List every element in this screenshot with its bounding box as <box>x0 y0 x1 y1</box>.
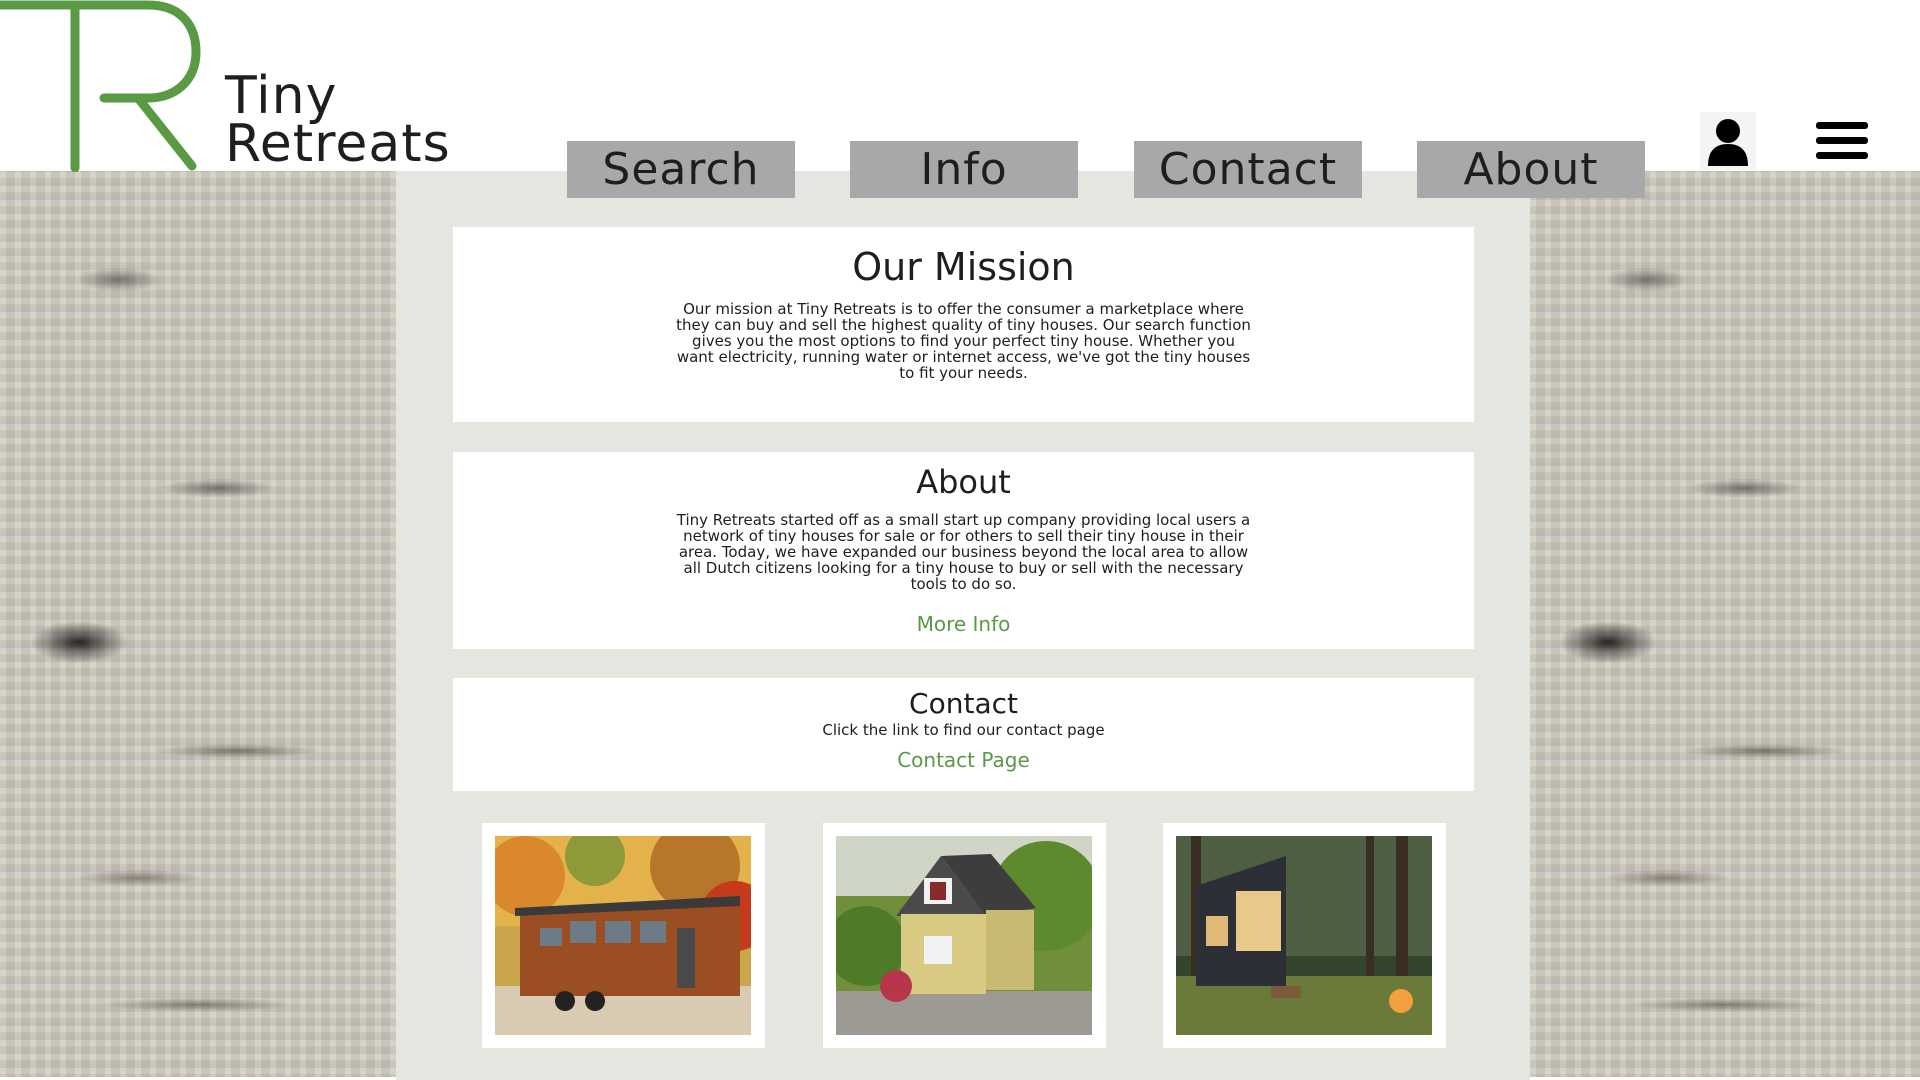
tiny-house-photo-image <box>836 836 1092 1035</box>
about-body: Tiny Retreats started off as a small sta… <box>676 511 1251 593</box>
about-card: About Tiny Retreats started off as a sma… <box>453 452 1474 649</box>
photo-tiny-house-1[interactable] <box>482 823 765 1048</box>
tiny-house-photo-image <box>1176 836 1432 1035</box>
background-left <box>0 171 396 1077</box>
contact-card: Contact Click the link to find our conta… <box>453 678 1474 791</box>
photo-tiny-house-2[interactable] <box>823 823 1106 1048</box>
logo-icon[interactable] <box>0 0 205 172</box>
contact-page-link[interactable]: Contact Page <box>897 748 1030 772</box>
more-info-link[interactable]: More Info <box>917 612 1011 636</box>
photo-tiny-house-3[interactable] <box>1163 823 1446 1048</box>
nav-contact-button[interactable]: Contact <box>1134 141 1362 198</box>
background-right <box>1530 171 1920 1077</box>
mission-body: Our mission at Tiny Retreats is to offer… <box>676 300 1251 382</box>
brand-name[interactable]: Tiny Retreats <box>225 66 451 174</box>
nav-info-button[interactable]: Info <box>850 141 1078 198</box>
contact-body: Click the link to find our contact page <box>822 721 1105 739</box>
mission-title: Our Mission <box>852 245 1075 289</box>
mission-card: Our Mission Our mission at Tiny Retreats… <box>453 227 1474 422</box>
hamburger-menu-icon[interactable] <box>1816 122 1868 160</box>
about-title: About <box>916 463 1011 501</box>
tiny-house-photo-image <box>495 836 751 1035</box>
nav-search-button[interactable]: Search <box>567 141 795 198</box>
brand-name-line1: Tiny <box>225 66 338 126</box>
nav-about-button[interactable]: About <box>1417 141 1645 198</box>
user-icon[interactable] <box>1700 112 1756 170</box>
brand-name-line2: Retreats <box>225 114 451 174</box>
contact-title: Contact <box>909 687 1018 720</box>
